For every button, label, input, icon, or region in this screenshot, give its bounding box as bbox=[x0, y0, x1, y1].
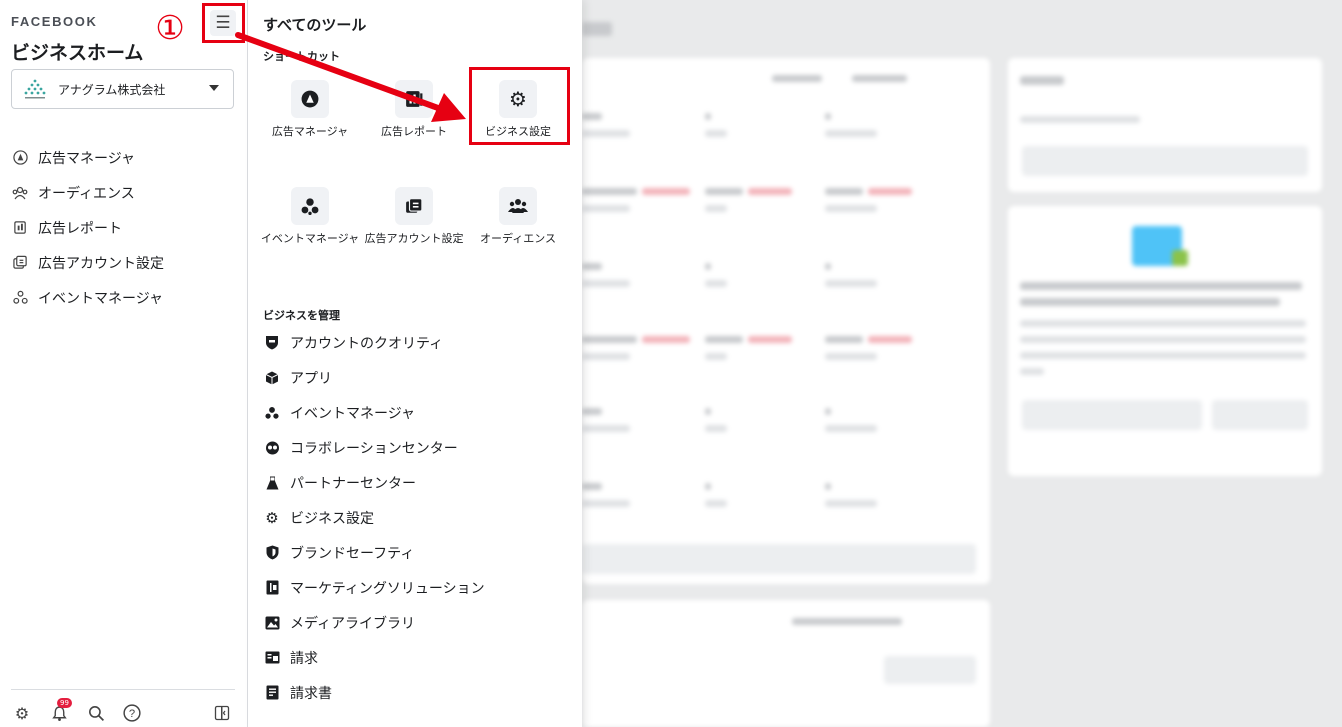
chevron-down-icon bbox=[209, 85, 219, 91]
anagram-logo bbox=[24, 79, 46, 99]
tool-item-marketing-solutions[interactable]: マーケティングソリューション bbox=[263, 570, 563, 605]
sidebar-item-label: 広告レポート bbox=[38, 220, 122, 237]
tool-item-label: マーケティングソリューション bbox=[290, 580, 485, 597]
menu-button-highlight bbox=[202, 3, 245, 43]
shield-icon bbox=[263, 544, 281, 562]
step-marker: ① bbox=[155, 8, 185, 47]
all-tools-title: すべてのツール bbox=[263, 16, 367, 34]
sidebar-nav: 広告マネージャ オーディエンス 広告レポート 広告アカウント設定 イベントマネー… bbox=[11, 140, 241, 315]
tool-item-label: 請求 bbox=[290, 650, 318, 667]
sidebar-item-label: 広告アカウント設定 bbox=[38, 255, 164, 272]
tool-item-brand-safety[interactable]: ブランドセーフティ bbox=[263, 535, 563, 570]
notification-count-badge: 99 bbox=[57, 698, 72, 708]
image-icon bbox=[263, 614, 281, 632]
events-manager-icon bbox=[301, 198, 319, 215]
sidebar-item-label: オーディエンス bbox=[38, 185, 135, 202]
sidebar-item-audience[interactable]: オーディエンス bbox=[11, 175, 241, 210]
shortcut-label: 広告アカウント設定 bbox=[364, 232, 464, 245]
tool-item-collaboration-center[interactable]: コラボレーションセンター bbox=[263, 430, 563, 465]
gear-icon: ⚙ bbox=[265, 508, 279, 527]
shortcuts-heading: ショートカット bbox=[263, 50, 340, 63]
shortcut-events-manager[interactable]: イベントマネージャ bbox=[260, 187, 360, 247]
tool-item-label: イベントマネージャ bbox=[290, 405, 416, 422]
manage-business-heading: ビジネスを管理 bbox=[263, 309, 340, 322]
tool-item-label: 請求書 bbox=[290, 685, 332, 702]
ad-account-settings-icon bbox=[406, 198, 423, 213]
business-account-name: アナグラム株式会社 bbox=[58, 82, 166, 97]
tool-item-apps[interactable]: アプリ bbox=[263, 360, 563, 395]
tool-item-label: ブランドセーフティ bbox=[290, 545, 415, 562]
audience-icon bbox=[508, 199, 528, 213]
invoice-icon bbox=[263, 684, 281, 702]
shortcut-ad-account-settings[interactable]: 広告アカウント設定 bbox=[364, 187, 464, 247]
manage-business-list: アカウントのクオリティ アプリ イベントマネージャ コラボレーションセンター パ… bbox=[263, 325, 563, 710]
sidebar-item-ads-manager[interactable]: 広告マネージャ bbox=[11, 140, 241, 175]
tool-item-media-library[interactable]: メディアライブラリ bbox=[263, 605, 563, 640]
shortcut-ads-manager[interactable]: 広告マネージャ bbox=[260, 80, 360, 140]
tool-item-label: アプリ bbox=[290, 370, 332, 387]
tool-item-label: パートナーセンター bbox=[290, 475, 416, 492]
sidebar-item-events-manager[interactable]: イベントマネージャ bbox=[11, 280, 241, 315]
cube-icon bbox=[263, 369, 281, 387]
shield-check-icon bbox=[263, 334, 281, 352]
tool-item-business-settings[interactable]: ⚙ ビジネス設定 bbox=[263, 500, 563, 535]
book-icon bbox=[263, 579, 281, 597]
settings-gear-icon[interactable]: ⚙ bbox=[11, 702, 33, 724]
tool-item-account-quality[interactable]: アカウントのクオリティ bbox=[263, 325, 563, 360]
tool-item-label: メディアライブラリ bbox=[290, 615, 416, 632]
events-manager-icon bbox=[263, 404, 281, 422]
ads-manager-icon bbox=[301, 90, 319, 108]
page-title: ビジネスホーム bbox=[11, 42, 144, 64]
tool-item-label: ビジネス設定 bbox=[290, 510, 374, 527]
sidebar-item-label: 広告マネージャ bbox=[38, 150, 136, 167]
shortcut-label: イベントマネージャ bbox=[260, 232, 360, 245]
tool-item-label: アカウントのクオリティ bbox=[290, 335, 444, 352]
ad-accounts-card bbox=[582, 58, 990, 584]
ads-manager-icon bbox=[11, 149, 29, 167]
help-icon[interactable]: ? bbox=[121, 702, 143, 724]
tool-item-partner-center[interactable]: パートナーセンター bbox=[263, 465, 563, 500]
audience-icon bbox=[11, 184, 29, 202]
handshake-icon bbox=[263, 439, 281, 457]
shortcut-label: 広告マネージャ bbox=[271, 125, 349, 138]
ads-report-icon bbox=[11, 219, 29, 237]
business-home-sidebar: FACEBOOK ビジネスホーム ☰ アナグラム株式会社 広告マネージャ オーデ… bbox=[0, 0, 248, 727]
collapse-sidebar-icon[interactable] bbox=[211, 702, 233, 724]
shortcut-ads-report[interactable]: 広告レポート bbox=[364, 80, 464, 140]
tool-item-events-manager[interactable]: イベントマネージャ bbox=[263, 395, 563, 430]
blurred-dashboard bbox=[582, 0, 1342, 727]
ad-account-settings-icon bbox=[11, 254, 29, 272]
ads-report-icon bbox=[406, 91, 423, 107]
business-account-select[interactable]: アナグラム株式会社 bbox=[11, 69, 234, 109]
facebook-brand: FACEBOOK bbox=[11, 14, 98, 29]
billing-icon bbox=[263, 649, 281, 667]
sidebar-item-ad-account-settings[interactable]: 広告アカウント設定 bbox=[11, 245, 241, 280]
sidebar-item-ads-report[interactable]: 広告レポート bbox=[11, 210, 241, 245]
shortcut-label: 広告レポート bbox=[381, 125, 447, 138]
search-icon[interactable] bbox=[85, 702, 107, 724]
flask-icon bbox=[263, 474, 281, 492]
events-manager-icon bbox=[11, 289, 29, 307]
tool-item-invoices[interactable]: 請求書 bbox=[263, 675, 563, 710]
business-settings-highlight bbox=[469, 67, 570, 145]
sidebar-footer: ⚙ 99 ? bbox=[11, 689, 235, 727]
tool-item-billing[interactable]: 請求 bbox=[263, 640, 563, 675]
shortcut-label: オーディエンス bbox=[479, 232, 556, 245]
svg-text:?: ? bbox=[129, 708, 135, 720]
shortcut-audience[interactable]: オーディエンス bbox=[468, 187, 568, 247]
tool-item-label: コラボレーションセンター bbox=[290, 440, 458, 457]
sidebar-item-label: イベントマネージャ bbox=[38, 290, 164, 307]
